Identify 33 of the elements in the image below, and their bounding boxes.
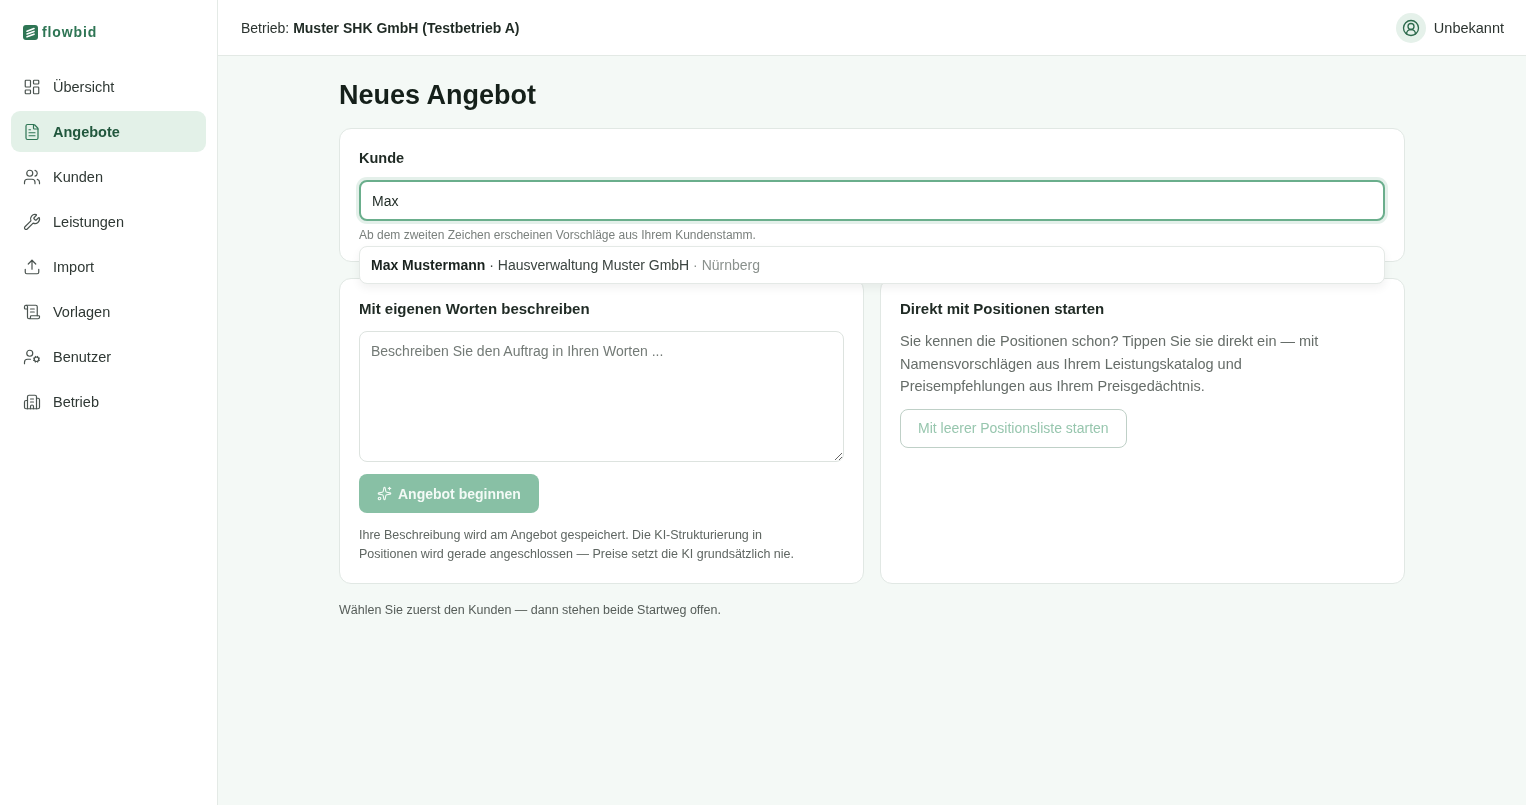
document-icon (23, 122, 41, 141)
building-icon (23, 392, 41, 411)
sidebar-item[interactable]: Leistungen (11, 201, 206, 242)
user-name: Unbekannt (1433, 19, 1504, 36)
customer-input-field[interactable]: Max (359, 180, 1385, 221)
wrench-icon (23, 212, 41, 231)
scroll-icon (23, 302, 41, 321)
sidebar-item[interactable]: Angebote (11, 111, 206, 152)
user-gear-icon (23, 347, 41, 366)
business-name: Betrieb: Muster SHK GmbH (Testbetrieb A) (241, 19, 520, 36)
user-avatar-icon[interactable] (1395, 12, 1426, 43)
sidebar-item[interactable]: Vorlagen (11, 291, 206, 332)
card-title: Mit eigenen Worten beschreiben (359, 300, 591, 318)
card-title: Direkt mit Positionen starten (900, 300, 1106, 318)
sidebar-item[interactable]: Benutzer (11, 336, 206, 377)
sidebar-item[interactable]: Betrieb (11, 381, 206, 422)
field-label: Kunde (359, 150, 406, 167)
page-title: Neues Angebot (339, 79, 537, 112)
upload-icon (23, 257, 41, 276)
footer-note: Wählen Sie zuerst den Kunden — dann stehen beide Startweg offen. (339, 603, 722, 617)
brand-logo: flowbid (42, 24, 98, 40)
description-textarea[interactable]: Beschreiben Sie den Auftrag in Ihren Worten ... (359, 331, 844, 462)
dashboard-grid-icon (23, 77, 41, 96)
suggestion-item[interactable]: Max Mustermann · Hausverwaltung Muster GmbH · Nürnberg (360, 247, 1384, 283)
sidebar-item[interactable]: Übersicht (11, 66, 206, 107)
info-note: Ihre Beschreibung wird am Angebot gespeichert. Die KI-Strukturierung in Positionen wird gerade angeschlossen — Preise setzt die KI grundsätzlich nie. (359, 527, 795, 563)
field-hint: Ab dem zweiten Zeichen erscheinen Vorschläge aus Ihrem Kundenstamm. (359, 228, 757, 242)
sparkle-icon (377, 486, 392, 501)
card-description: Sie kennen die Positionen schon? Tippen Sie sie direkt ein — mit Namensvorschlägen aus Ihrem Leistungskatalog und Preisempfehlungen aus Ihrem Preisgedächtnis. (900, 332, 1320, 396)
sidebar-item[interactable]: Kunden (11, 156, 206, 197)
users-icon (23, 167, 41, 186)
logo-icon (23, 24, 38, 40)
sidebar-item[interactable]: Import (11, 246, 206, 287)
